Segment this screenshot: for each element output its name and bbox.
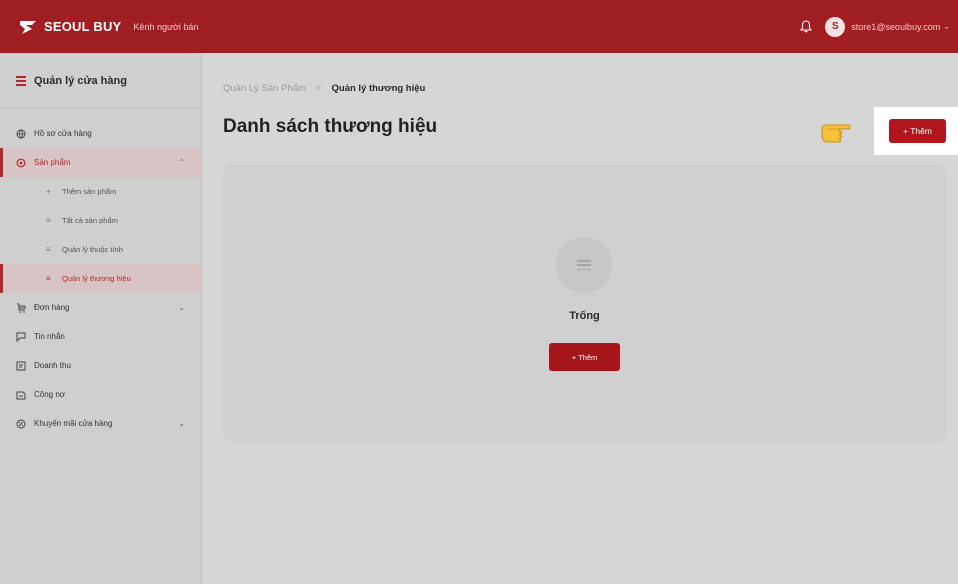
sidebar: Quản lý cửa hàng Hồ sơ cửa hàng Sản phẩm…	[0, 53, 202, 584]
sidebar-item-store-promotions[interactable]: Khuyến mãi cửa hàng ⌄	[0, 409, 201, 438]
sidebar-item-label: Khuyến mãi cửa hàng	[34, 419, 113, 428]
sidebar-subitem-label: Thêm sản phẩm	[62, 187, 117, 196]
logo-text: SEOUL BUY	[44, 19, 122, 34]
user-email[interactable]: store1@seoulbuy.com	[851, 22, 940, 32]
breadcrumb-current: Quản lý thương hiệu	[331, 83, 426, 94]
sidebar-item-label: Đơn hàng	[34, 303, 70, 312]
list-icon: ≡	[46, 274, 51, 283]
sidebar-item-store-profile[interactable]: Hồ sơ cửa hàng	[0, 119, 201, 148]
debt-icon	[16, 390, 26, 400]
breadcrumb: Quản Lý Sản Phẩm > Quản lý thương hiệu	[223, 83, 425, 94]
empty-state-add-button[interactable]: + Thêm	[549, 343, 620, 371]
sidebar-nav: Hồ sơ cửa hàng Sản phẩm ⌃ + Thêm sản phẩ…	[0, 109, 201, 438]
sidebar-item-label: Sản phẩm	[34, 158, 71, 167]
list-icon: ≡	[46, 245, 51, 254]
sidebar-subitem-attributes[interactable]: ≡ Quản lý thuộc tính	[0, 235, 201, 264]
brand-list-card: Trống + Thêm	[223, 165, 946, 442]
empty-state-text: Trống	[569, 310, 600, 322]
top-bar: SEOUL BUY Kênh người bán S store1@seoulb…	[0, 0, 958, 53]
bell-icon[interactable]	[799, 20, 813, 34]
sidebar-subitem-label: Quản lý thương hiệu	[62, 274, 131, 283]
chevron-up-icon: ⌃	[178, 158, 185, 167]
sidebar-subitem-add-product[interactable]: + Thêm sản phẩm	[0, 177, 201, 206]
cart-icon	[16, 303, 26, 313]
chevron-down-icon: ⌄	[178, 419, 185, 428]
sidebar-header: Quản lý cửa hàng	[0, 53, 201, 109]
seller-channel-label: Kênh người bán	[133, 21, 199, 32]
sidebar-item-products[interactable]: Sản phẩm ⌃	[0, 148, 201, 177]
sidebar-item-debt[interactable]: Công nợ	[0, 380, 201, 409]
sidebar-subitem-label: Tất cả sản phẩm	[62, 216, 118, 225]
avatar[interactable]: S	[825, 16, 846, 37]
sidebar-subitem-brands[interactable]: ≡ Quản lý thương hiệu	[0, 264, 201, 293]
chevron-down-icon[interactable]: ⌄	[943, 22, 950, 31]
breadcrumb-parent[interactable]: Quản Lý Sản Phẩm	[223, 83, 306, 94]
gear-icon	[16, 158, 26, 168]
sidebar-item-label: Công nợ	[34, 390, 66, 399]
sidebar-subitem-all-products[interactable]: ≡ Tất cả sản phẩm	[0, 206, 201, 235]
page-title: Danh sách thương hiệu	[223, 116, 438, 137]
pointing-hand-icon	[818, 119, 860, 147]
sidebar-item-messages[interactable]: Tin nhắn	[0, 322, 201, 351]
chat-icon	[16, 332, 26, 342]
sidebar-subitem-label: Quản lý thuộc tính	[62, 245, 123, 254]
sidebar-item-revenue[interactable]: Doanh thu	[0, 351, 201, 380]
logo[interactable]: SEOUL BUY	[18, 17, 121, 37]
seoulbuy-logo-icon	[18, 17, 38, 37]
breadcrumb-separator: >	[315, 83, 322, 94]
sidebar-title: Quản lý cửa hàng	[34, 74, 127, 87]
revenue-icon	[16, 361, 26, 371]
sidebar-item-label: Tin nhắn	[34, 332, 65, 341]
plus-icon: +	[46, 187, 51, 196]
user-area: S store1@seoulbuy.com ⌄	[799, 16, 950, 37]
promo-icon	[16, 419, 26, 429]
sidebar-item-orders[interactable]: Đơn hàng ⌄	[0, 293, 201, 322]
globe-icon	[16, 129, 26, 139]
sidebar-item-label: Doanh thu	[34, 361, 71, 370]
empty-list-icon	[556, 237, 612, 293]
add-brand-button[interactable]: + Thêm	[889, 119, 946, 143]
list-icon: ≡	[46, 216, 51, 225]
sidebar-item-label: Hồ sơ cửa hàng	[34, 129, 92, 138]
chevron-down-icon: ⌄	[178, 303, 185, 312]
store-menu-icon	[16, 75, 26, 86]
